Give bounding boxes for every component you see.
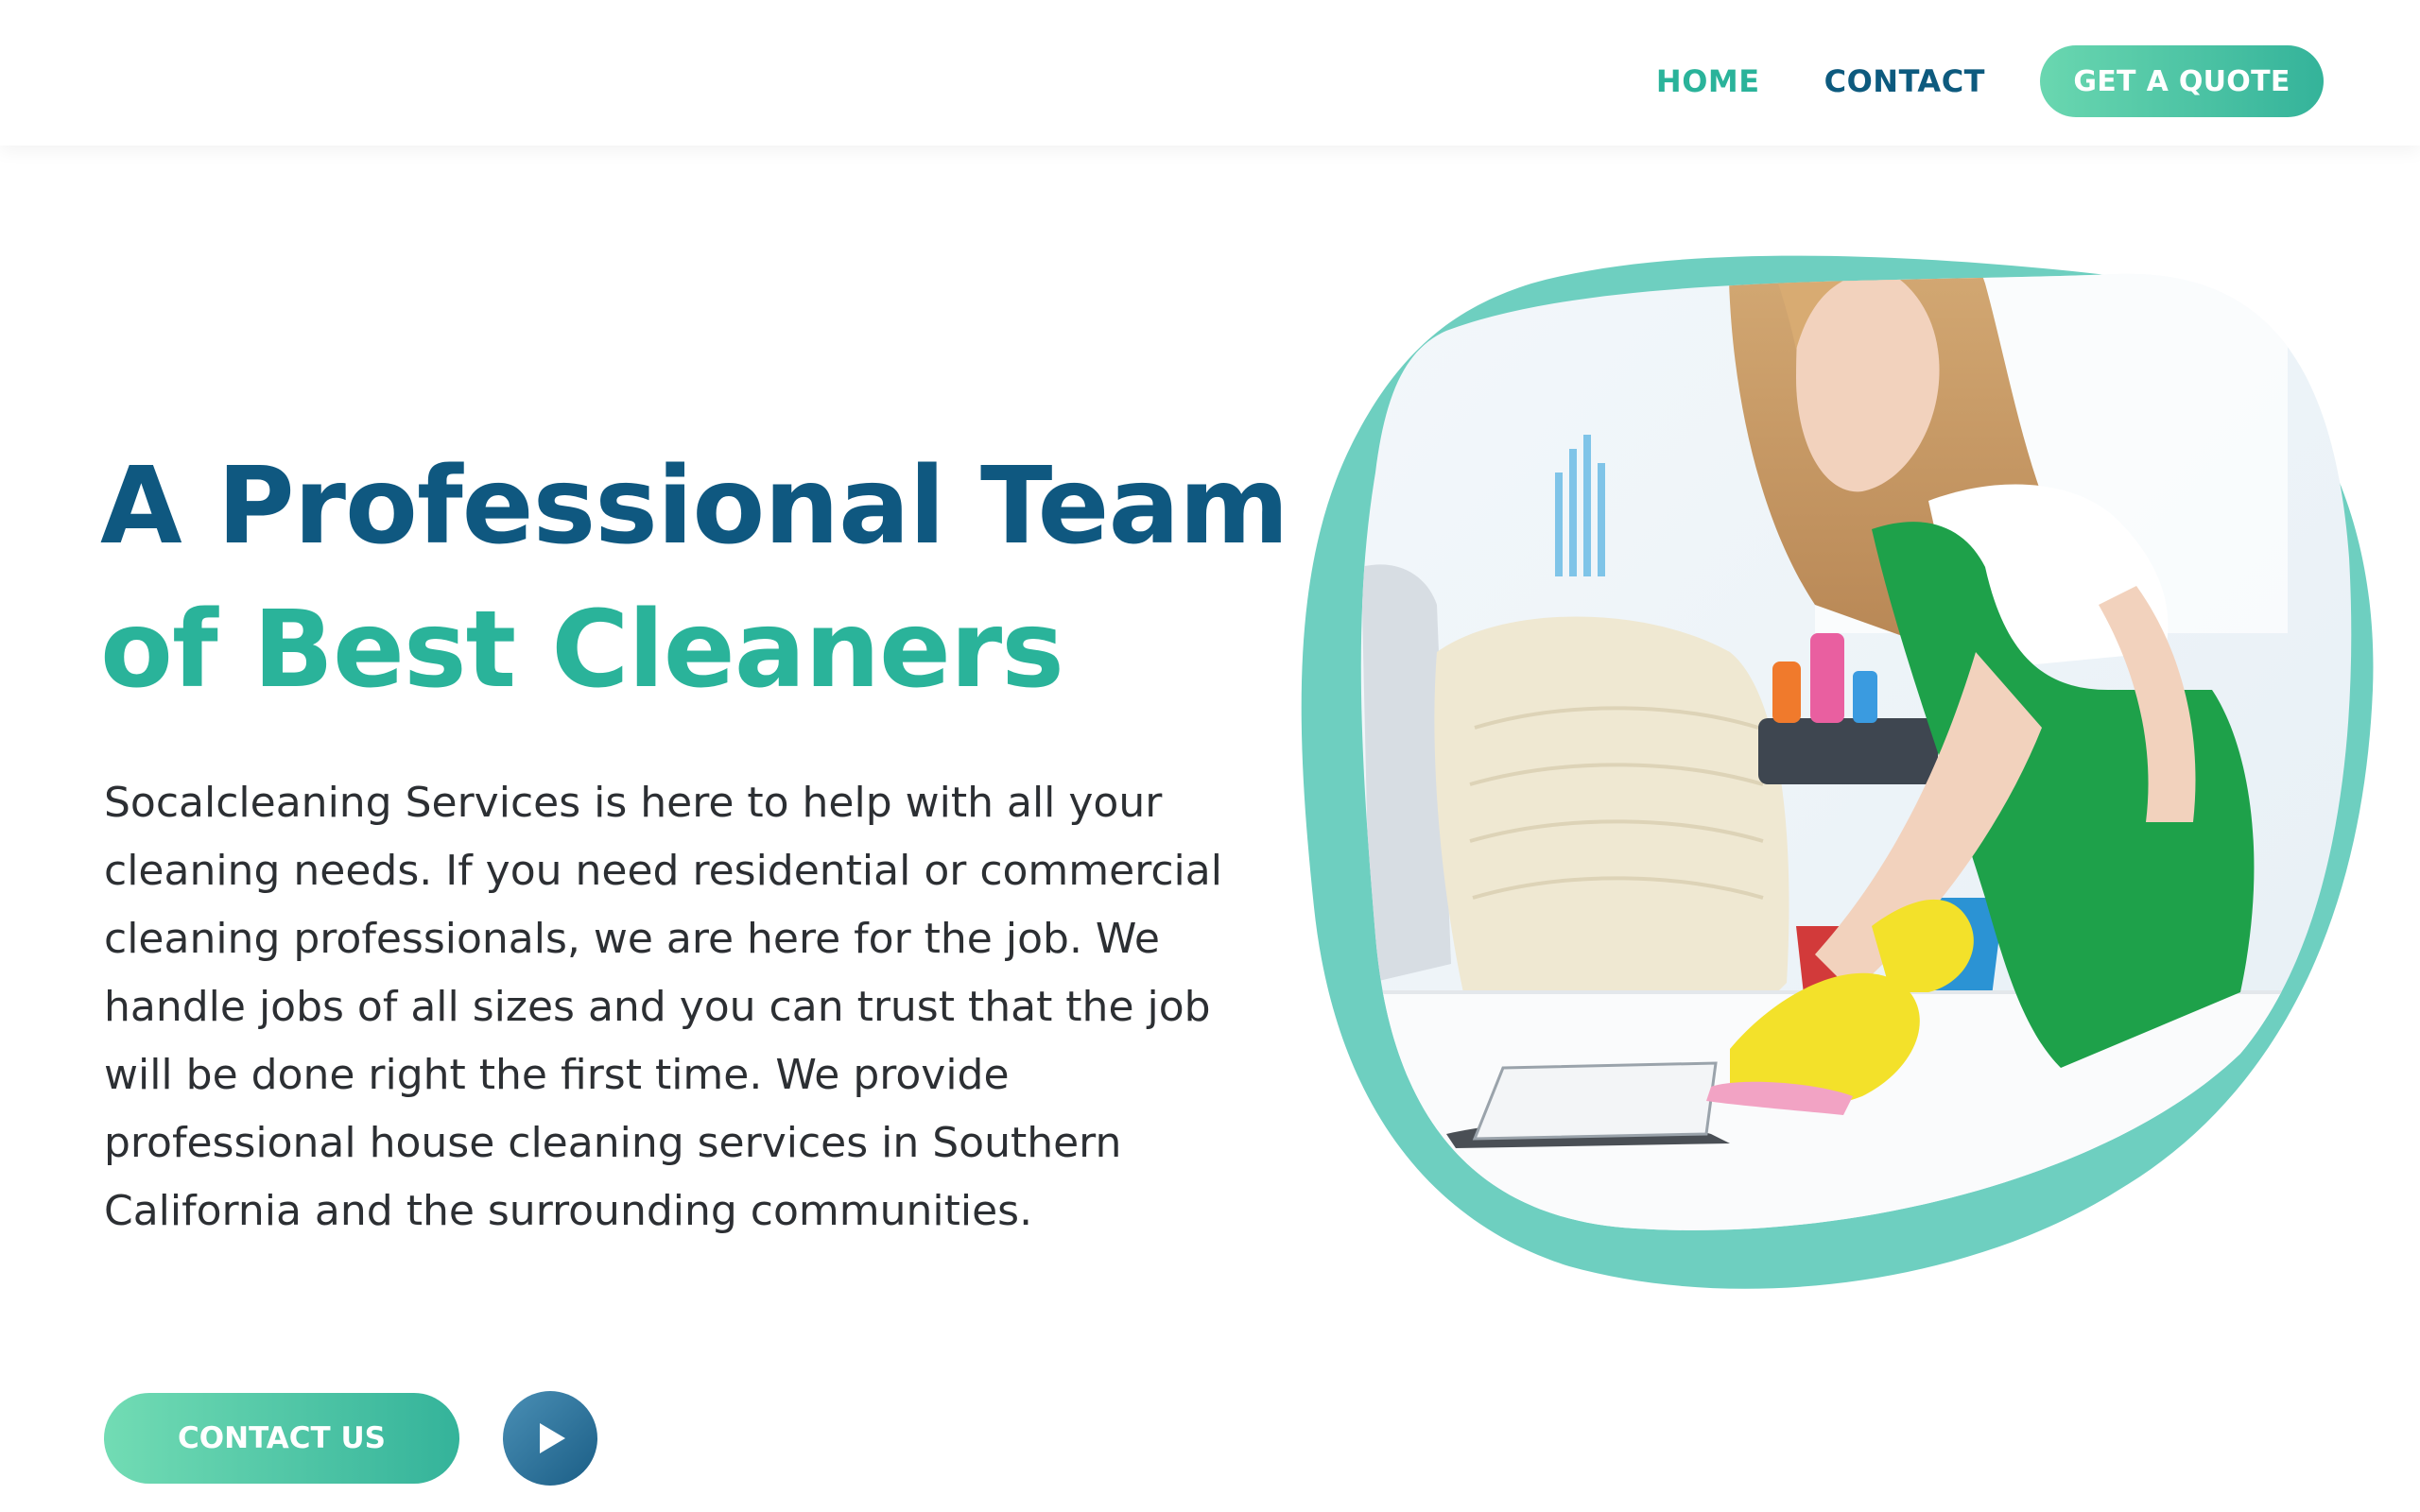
hero-description: Socalcleaning Services is here to help w…: [104, 779, 1222, 1235]
hero-actions: CONTACT US: [104, 1391, 597, 1486]
hero-title-line-1: A Professional Team: [100, 445, 1289, 568]
hero-title: A Professional Team of Best Cleaners: [100, 435, 1289, 722]
play-video-button[interactable]: [503, 1391, 597, 1486]
site-header: HOME CONTACT GET A QUOTE: [0, 0, 2420, 146]
main-nav: HOME CONTACT GET A QUOTE: [1656, 45, 2324, 117]
nav-home-link[interactable]: HOME: [1656, 63, 1760, 99]
nav-contact-link[interactable]: CONTACT: [1824, 63, 1985, 99]
cleaner-illustration: [1301, 255, 2374, 1289]
get-a-quote-button[interactable]: GET A QUOTE: [2040, 45, 2324, 117]
play-icon: [540, 1423, 565, 1453]
contact-us-button[interactable]: CONTACT US: [104, 1393, 459, 1484]
office-chair: [1434, 616, 1789, 1040]
hero-image: [1286, 161, 2392, 1314]
hero-title-line-2: of Best Cleaners: [100, 589, 1064, 712]
